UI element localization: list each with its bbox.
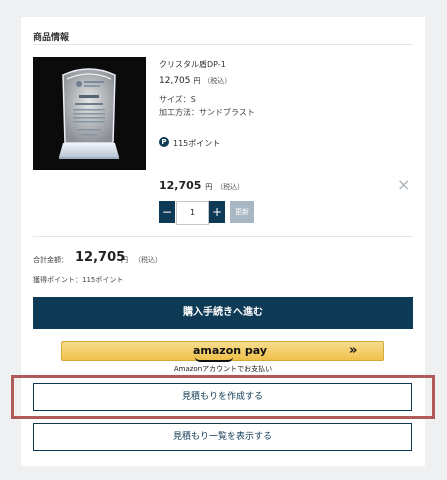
product-name[interactable]: クリスタル盾DP-1 bbox=[159, 59, 226, 70]
quantity-decrease-button[interactable]: − bbox=[159, 201, 175, 223]
product-image[interactable] bbox=[33, 57, 146, 170]
close-icon[interactable]: × bbox=[397, 177, 410, 193]
yen-unit: 円 bbox=[205, 183, 213, 191]
tax-note: （税込） bbox=[216, 183, 245, 191]
section-title: 商品情報 bbox=[33, 33, 70, 43]
divider bbox=[33, 44, 413, 45]
line-price-value: 12,705 bbox=[159, 179, 202, 192]
amazon-arrow-icon: » bbox=[349, 343, 358, 358]
create-quote-button[interactable]: 見積もりを作成する bbox=[33, 383, 412, 411]
points-badge-icon: P bbox=[159, 137, 169, 147]
crystal-trophy-picture bbox=[59, 68, 119, 159]
quantity-increase-button[interactable]: + bbox=[209, 201, 225, 223]
tax-note: （税込） bbox=[203, 77, 232, 85]
total-amount: 12,705 bbox=[75, 250, 126, 265]
checkout-button[interactable]: 購入手続きへ進む bbox=[33, 297, 413, 329]
price-value: 12,705 bbox=[159, 76, 191, 86]
amazon-smile-icon bbox=[195, 357, 233, 362]
update-button[interactable]: 更新 bbox=[230, 201, 254, 223]
yen-unit: 円 bbox=[193, 77, 201, 85]
product-points: 115ポイント bbox=[173, 139, 221, 148]
amazon-pay-logo: amazon pay bbox=[193, 344, 268, 357]
product-size: サイズ：S bbox=[159, 95, 196, 104]
product-process: 加工方法：サンドブラスト bbox=[159, 108, 255, 117]
quote-list-button[interactable]: 見積もり一覧を表示する bbox=[33, 423, 412, 451]
amazon-pay-button[interactable]: amazon pay » bbox=[61, 341, 384, 362]
total-yen-unit: 円 bbox=[121, 256, 128, 264]
cart-card: 商品情報 クリスタル盾DP-1 12,705 円 （税込） サイズ：S 加工方法… bbox=[11, 17, 435, 466]
total-label: 合計金額： bbox=[33, 256, 68, 264]
line-total-price: 12,705 円 （税込） bbox=[159, 179, 244, 192]
quantity-input[interactable]: 1 bbox=[176, 201, 209, 225]
divider bbox=[33, 236, 413, 237]
amazon-caption: Amazonアカウントでお支払い bbox=[173, 365, 273, 373]
total-tax-note: （税込） bbox=[134, 256, 162, 264]
product-unit-price: 12,705 円 （税込） bbox=[159, 76, 231, 86]
earned-points: 獲得ポイント：115ポイント bbox=[33, 276, 124, 284]
